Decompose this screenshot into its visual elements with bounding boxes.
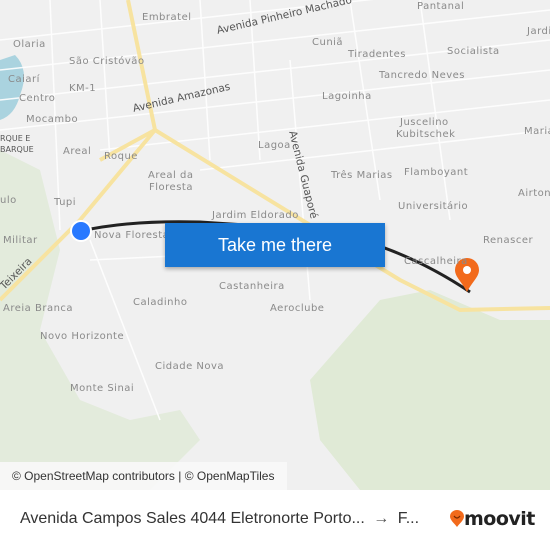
label-pantanal: Pantanal	[417, 1, 465, 12]
label-cidade-nova: Cidade Nova	[155, 361, 225, 372]
label-castanheira: Castanheira	[219, 281, 285, 292]
label-nova-floresta: Nova Floresta	[94, 230, 170, 241]
water-area	[0, 55, 24, 120]
label-embarque: BARQUE	[0, 145, 34, 154]
label-tres-marias: Três Marias	[331, 170, 393, 181]
map[interactable]: Embratel Pantanal Olaria São Cristóvão C…	[0, 0, 550, 490]
label-olaria: Olaria	[13, 39, 46, 50]
origin-marker[interactable]	[70, 220, 92, 242]
label-socialista: Socialista	[447, 46, 500, 57]
label-militar: Militar	[3, 235, 38, 246]
moovit-pin-icon	[450, 510, 464, 527]
label-areal-da: Areal da	[148, 170, 194, 181]
label-tancredo-neves: Tancredo Neves	[379, 70, 466, 81]
label-embratel: Embratel	[142, 12, 192, 23]
label-centro: Centro	[19, 93, 56, 104]
destination-name: F...	[397, 510, 420, 527]
label-floresta: Floresta	[149, 182, 193, 193]
label-caladinho: Caladinho	[133, 297, 188, 308]
label-km1: KM-1	[69, 83, 97, 94]
route-title: Avenida Campos Sales 4044 Eletronorte Po…	[20, 510, 419, 528]
label-lagoinha: Lagoinha	[322, 91, 372, 102]
label-caiari: Caiarí	[8, 74, 40, 85]
green-area	[0, 150, 200, 490]
moovit-wordmark: moovit	[464, 508, 535, 530]
label-parque: RQUE E	[0, 134, 31, 143]
label-cunia: Cuniã	[312, 37, 344, 48]
label-aeroclube: Aeroclube	[270, 303, 325, 314]
label-juscelino: Juscelino	[400, 117, 449, 128]
label-tiradentes: Tiradentes	[348, 49, 406, 60]
label-novo-horizonte: Novo Horizonte	[40, 331, 125, 342]
label-cascalheira: Cascalheira	[404, 256, 468, 267]
green-area	[310, 290, 550, 490]
moovit-logo[interactable]: moovit	[450, 508, 535, 530]
take-me-there-button[interactable]: Take me there	[165, 223, 385, 267]
label-flamboyant: Flamboyant	[404, 167, 469, 178]
label-kubitschek: Kubitschek	[396, 129, 456, 140]
label-roque: Roque	[104, 151, 138, 162]
map-attribution[interactable]: © OpenStreetMap contributors | © OpenMap…	[0, 462, 287, 490]
label-monte-sinai: Monte Sinai	[70, 383, 135, 394]
label-ulo: ulo	[0, 195, 17, 206]
label-areal: Areal	[63, 146, 92, 157]
label-universitario: Universitário	[398, 201, 469, 212]
label-maria: Maria	[524, 126, 550, 137]
label-sao-cristovao: São Cristóvão	[69, 56, 145, 67]
label-jardim: Jardi	[527, 26, 550, 37]
origin-name: Avenida Campos Sales 4044 Eletronorte Po…	[20, 510, 365, 527]
label-tupi: Tupi	[54, 197, 77, 208]
label-areia-branca: Areia Branca	[3, 303, 74, 314]
label-renascer: Renascer	[483, 235, 534, 246]
label-lagoa: Lagoa	[258, 140, 291, 151]
arrow-icon: →	[373, 510, 390, 527]
label-jardim-eldorado: Jardim Eldorado	[212, 210, 299, 221]
footer: Avenida Campos Sales 4044 Eletronorte Po…	[0, 490, 550, 550]
label-airton: Airton	[518, 188, 550, 199]
label-mocambo: Mocambo	[26, 114, 79, 125]
